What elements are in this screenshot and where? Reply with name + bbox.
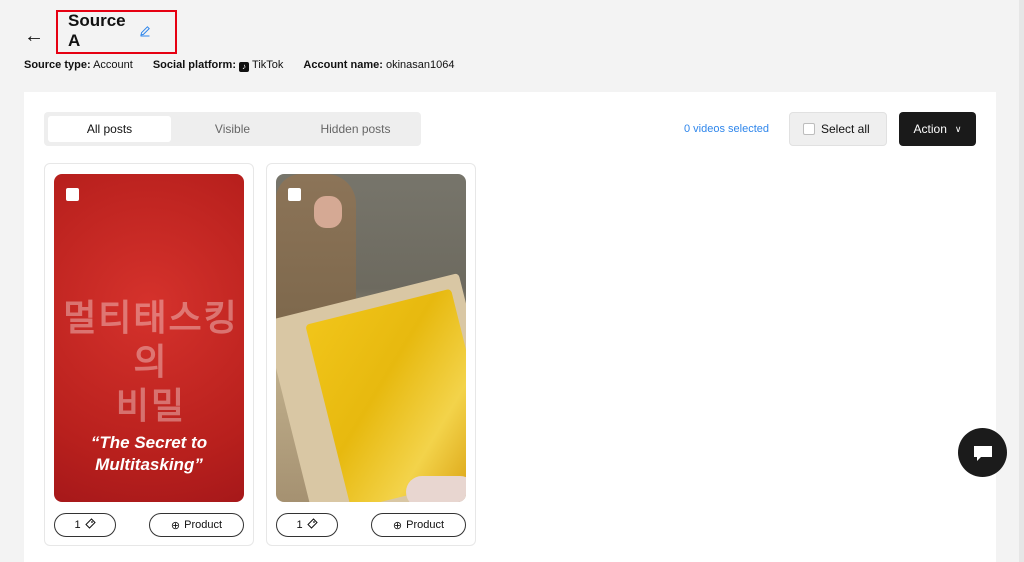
posts-tabs: All posts Visible Hidden posts [44, 112, 421, 146]
post-card: 멀티태스킹의 비밀 “The Secret to Multitasking” 1… [44, 163, 254, 546]
add-product-button[interactable]: ⊕ Product [149, 513, 244, 537]
page-title: Source A [68, 11, 126, 50]
tab-hidden-posts[interactable]: Hidden posts [294, 116, 417, 142]
action-label: Action [913, 122, 947, 136]
account-name: Account name: okinasan1064 [303, 59, 455, 71]
video-thumbnail[interactable] [276, 174, 466, 502]
tiktok-icon: ♪ [239, 62, 250, 72]
selected-count: 0 videos selected [684, 123, 769, 135]
add-product-button[interactable]: ⊕ Product [371, 513, 466, 537]
source-type: Source type: Account [24, 59, 133, 71]
tab-all-posts[interactable]: All posts [48, 116, 171, 142]
action-button[interactable]: Action ∨ [899, 112, 976, 146]
arrow-left-icon[interactable]: ← [24, 26, 46, 46]
select-all-label: Select all [821, 122, 870, 136]
posts-panel: All posts Visible Hidden posts 0 videos … [24, 92, 996, 562]
source-meta: Source type: Account Social platform: ♪ T… [24, 59, 454, 72]
chevron-down-icon: ∨ [954, 123, 962, 134]
scrollbar[interactable] [1019, 0, 1024, 562]
post-checkbox[interactable] [288, 188, 301, 201]
thumbnail-caption: “The Secret to Multitasking” [90, 433, 208, 474]
chat-icon[interactable] [958, 428, 1007, 477]
select-all-button[interactable]: Select all [789, 112, 887, 146]
page-header: ← Source A [24, 10, 177, 54]
tab-visible[interactable]: Visible [171, 116, 294, 142]
tag-icon [306, 518, 318, 532]
video-thumbnail[interactable]: 멀티태스킹의 비밀 “The Secret to Multitasking” [54, 174, 244, 502]
plus-circle-icon: ⊕ [392, 519, 403, 532]
post-checkbox[interactable] [66, 188, 79, 201]
post-card: 1 ⊕ Product [266, 163, 476, 546]
select-all-checkbox[interactable] [803, 123, 815, 135]
title-highlight-box: Source A [56, 10, 177, 54]
hand-image [406, 476, 466, 502]
pencil-icon[interactable] [139, 25, 151, 37]
tag-icon [84, 518, 96, 532]
social-platform: Social platform: ♪ TikTok [152, 59, 284, 72]
tag-count-button[interactable]: 1 [54, 513, 116, 537]
plus-circle-icon: ⊕ [170, 519, 181, 532]
thumbnail-korean-text: 멀티태스킹의 비밀 [63, 297, 239, 426]
tag-count-button[interactable]: 1 [276, 513, 338, 537]
